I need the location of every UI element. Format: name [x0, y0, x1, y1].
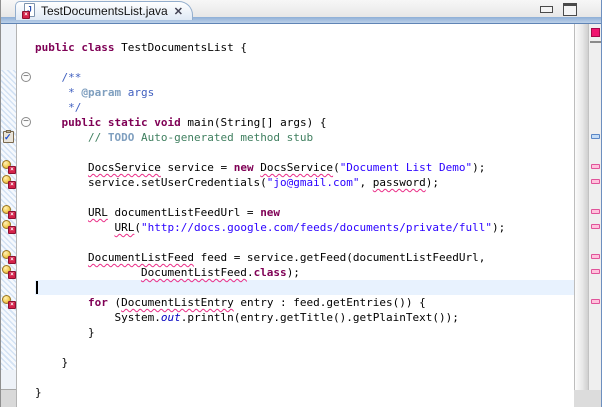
code-line[interactable] — [35, 55, 574, 70]
overview-status-icon[interactable] — [591, 28, 600, 37]
code-line[interactable] — [35, 235, 574, 250]
view-controls — [540, 3, 577, 16]
code-line[interactable]: // TODO Auto-generated method stub — [35, 130, 574, 145]
code-line[interactable]: * @param args — [35, 85, 574, 100]
quickfix-error-icon[interactable]: × — [2, 205, 16, 219]
error-x-icon: × — [8, 211, 16, 219]
tab-testdocumentslist[interactable]: J × TestDocumentsList.java ✕ — [15, 1, 193, 20]
code-line[interactable]: DocumentListFeed.class); — [35, 265, 574, 280]
check-icon: ✓ — [4, 131, 12, 143]
maximize-icon[interactable] — [563, 3, 577, 16]
code-line[interactable]: } — [35, 355, 574, 370]
code-line[interactable]: System.out.println(entry.getTitle().getP… — [35, 310, 574, 325]
error-x-icon: × — [8, 271, 16, 279]
code-line[interactable]: public class TestDocumentsList { — [35, 40, 574, 55]
code-line[interactable] — [35, 145, 574, 160]
annotation-ruler[interactable]: ✓ × × × × × × × — [1, 24, 17, 407]
overview-error-marker[interactable] — [591, 164, 600, 169]
overview-divider — [590, 41, 601, 43]
fold-collapse-icon[interactable]: − — [21, 117, 31, 127]
scrollbar-corner — [574, 390, 601, 407]
code-line[interactable]: */ — [35, 100, 574, 115]
eclipse-editor-window: J × TestDocumentsList.java ✕ ✓××××××× −−… — [0, 0, 602, 407]
code-line[interactable]: DocsService service = new DocsService("D… — [35, 160, 574, 175]
code-line[interactable]: URL documentListFeedUrl = new — [35, 205, 574, 220]
editor-tab-bar: J × TestDocumentsList.java ✕ — [1, 0, 601, 24]
error-x-icon: × — [8, 166, 16, 174]
vertical-scrollbar[interactable] — [574, 24, 588, 407]
code-line[interactable]: for (DocumentListEntry entry : feed.getE… — [35, 295, 574, 310]
ruler-bottom-corner — [1, 389, 16, 407]
error-x-icon: × — [8, 301, 16, 309]
quickfix-error-icon[interactable]: × — [2, 175, 16, 189]
overview-error-marker[interactable] — [591, 269, 600, 274]
code-line[interactable]: } — [35, 385, 574, 400]
folding-ruler[interactable]: −− — [17, 24, 35, 407]
error-overlay-icon: × — [22, 11, 30, 19]
minimize-icon[interactable] — [540, 6, 553, 13]
error-x-icon: × — [8, 226, 16, 234]
overview-error-marker[interactable] — [591, 254, 600, 259]
tab-close-icon[interactable]: ✕ — [173, 5, 184, 18]
text-cursor — [36, 281, 38, 294]
error-x-icon: × — [8, 256, 16, 264]
task-marker-icon[interactable]: ✓ — [2, 130, 16, 144]
code-line[interactable]: URL("http://docs.google.com/feeds/docume… — [35, 220, 574, 235]
java-file-error-icon: J × — [22, 3, 36, 19]
tab-title: TestDocumentsList.java — [41, 4, 168, 18]
code-line[interactable]: DocumentListFeed feed = service.getFeed(… — [35, 250, 574, 265]
code-line[interactable]: public static void main(String[] args) { — [35, 115, 574, 130]
code-line[interactable] — [35, 340, 574, 355]
code-text-area[interactable]: public class TestDocumentsList { /** * @… — [35, 24, 574, 407]
code-line[interactable]: } — [35, 325, 574, 340]
quickfix-error-icon[interactable]: × — [2, 265, 16, 279]
quickfix-error-icon[interactable]: × — [2, 160, 16, 174]
overview-ruler[interactable] — [588, 24, 601, 407]
overview-error-marker[interactable] — [591, 224, 600, 229]
code-line[interactable]: /** — [35, 70, 574, 85]
quickfix-error-icon[interactable]: × — [2, 250, 16, 264]
code-line[interactable] — [35, 280, 574, 295]
fold-collapse-icon[interactable]: − — [21, 72, 31, 82]
overview-task-marker[interactable] — [591, 134, 600, 139]
code-line[interactable] — [35, 370, 574, 385]
code-lines: public class TestDocumentsList { /** * @… — [35, 40, 574, 400]
quickfix-error-icon[interactable]: × — [2, 220, 16, 234]
code-line[interactable]: service.setUserCredentials("jo@gmail.com… — [35, 175, 574, 190]
overview-error-marker[interactable] — [591, 209, 600, 214]
editor-area: ✓××××××× −− public class TestDocumentsLi… — [1, 24, 601, 407]
code-line[interactable] — [35, 190, 574, 205]
overview-error-marker[interactable] — [591, 179, 600, 184]
error-x-icon: × — [8, 181, 16, 189]
overview-error-marker[interactable] — [591, 299, 600, 304]
quickfix-error-icon[interactable]: × — [2, 295, 16, 309]
